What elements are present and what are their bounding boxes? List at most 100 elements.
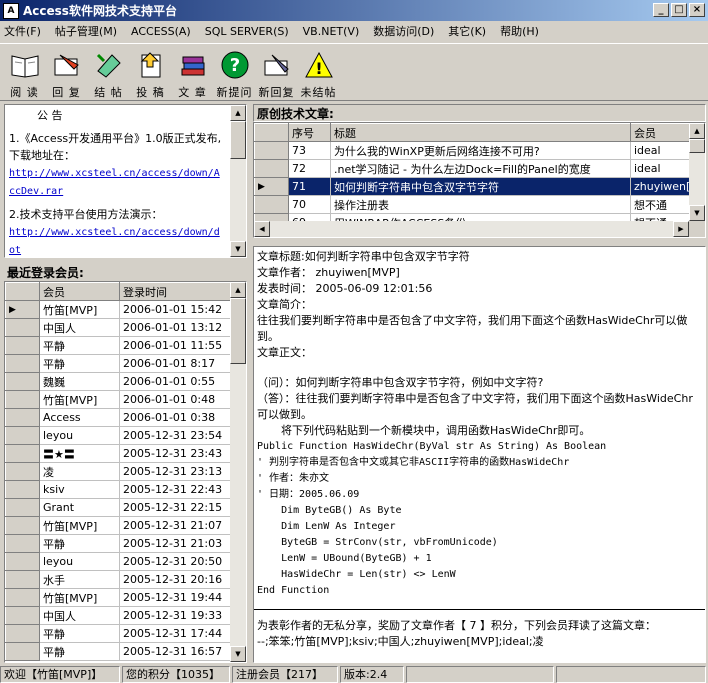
table-row[interactable]: Access 2006-01-01 0:38 — [5, 408, 233, 427]
minimize-button[interactable]: _ — [653, 3, 669, 17]
table-row[interactable]: 中国人 2005-12-31 19:33 — [5, 606, 233, 625]
articles-col-title[interactable]: 标题 — [330, 123, 631, 142]
menu-access[interactable]: ACCESS(A) — [131, 25, 191, 38]
row-indicator[interactable] — [5, 498, 40, 517]
table-row[interactable]: ksiv 2005-12-31 22:43 — [5, 480, 233, 499]
table-row[interactable]: 中国人 2006-01-01 13:12 — [5, 318, 233, 337]
scroll-thumb[interactable] — [230, 298, 246, 364]
table-row[interactable]: 凌 2005-12-31 23:13 — [5, 462, 233, 481]
table-row[interactable]: 竹笛[MVP] 2005-12-31 21:07 — [5, 516, 233, 535]
download-link[interactable]: http://www.xcsteel.cn/access/down/AccDev… — [9, 168, 220, 197]
table-row[interactable]: ▶ 竹笛[MVP] 2006-01-01 15:42 — [5, 300, 233, 319]
code-line: ' 作者：朱亦文 — [257, 473, 330, 484]
table-row[interactable]: 魏巍 2006-01-01 0:55 — [5, 372, 233, 391]
demo-link[interactable]: http://www.xcsteel.cn/access/down/dot — [9, 227, 220, 256]
read-button[interactable]: 阅 读 — [4, 48, 45, 100]
row-indicator[interactable] — [5, 480, 40, 499]
row-indicator[interactable] — [5, 444, 40, 463]
row-indicator[interactable] — [5, 462, 40, 481]
row-indicator[interactable] — [5, 516, 40, 535]
row-indicator[interactable] — [254, 195, 289, 214]
table-row[interactable]: ▶71如何判断字符串中包含双字节字符zhuyiwen[MVP] — [254, 177, 691, 196]
status-welcome: 欢迎【竹笛[MVP]】 — [0, 666, 120, 683]
row-indicator[interactable] — [5, 318, 40, 337]
table-row[interactable]: 73 为什么我的WinXP更新后网络连接不可用? ideal — [254, 141, 691, 160]
table-row[interactable]: 水手 2005-12-31 20:16 — [5, 570, 233, 589]
table-row[interactable]: 〓★〓 2005-12-31 23:43 — [5, 444, 233, 463]
row-indicator[interactable]: ▶ — [5, 300, 40, 319]
table-row[interactable]: 平静 2005-12-31 17:44 — [5, 624, 233, 643]
warning-icon: ! — [302, 48, 336, 82]
submit-button[interactable]: 投 稿 — [130, 48, 171, 100]
member-name: 中国人 — [39, 318, 120, 337]
maximize-button[interactable]: □ — [671, 3, 687, 17]
row-indicator[interactable] — [5, 552, 40, 571]
row-indicator[interactable] — [5, 534, 40, 553]
scroll-up-icon[interactable]: ▲ — [230, 105, 246, 121]
scroll-thumb[interactable] — [230, 121, 246, 159]
member-name: 平静 — [39, 336, 120, 355]
members-col-member[interactable]: 会员 — [39, 282, 120, 301]
reply-button[interactable]: 回 复 — [46, 48, 87, 100]
table-row[interactable]: leyou 2005-12-31 23:54 — [5, 426, 233, 445]
articles-col-no[interactable]: 序号 — [288, 123, 331, 142]
new-reply-icon — [260, 48, 294, 82]
members-scrollbar[interactable]: ▲ ▼ — [230, 282, 246, 662]
scroll-right-icon[interactable]: ▶ — [673, 221, 689, 237]
unclosed-posts-button[interactable]: ! 未结帖 — [298, 48, 339, 100]
scroll-down-icon[interactable]: ▼ — [689, 205, 705, 221]
table-row[interactable]: 平静 2005-12-31 16:57 — [5, 642, 233, 661]
row-indicator[interactable] — [5, 372, 40, 391]
scroll-down-icon[interactable]: ▼ — [230, 646, 246, 662]
code-line: ' 日期：2005.06.09 — [257, 489, 360, 500]
member-name: 凌 — [39, 462, 120, 481]
scroll-up-icon[interactable]: ▲ — [689, 123, 705, 139]
row-indicator[interactable] — [5, 336, 40, 355]
status-panel-6 — [556, 666, 706, 683]
notice-scrollbar[interactable]: ▲ ▼ — [230, 105, 246, 257]
row-indicator[interactable] — [5, 354, 40, 373]
table-row[interactable]: 平静 2005-12-31 21:03 — [5, 534, 233, 553]
articles-scrollbar[interactable]: ▲ ▼ — [689, 123, 705, 221]
menu-sqlserver[interactable]: SQL SERVER(S) — [205, 25, 289, 38]
scroll-left-icon[interactable]: ◀ — [254, 221, 270, 237]
table-row[interactable]: Grant 2005-12-31 22:15 — [5, 498, 233, 517]
table-row[interactable]: 平静 2006-01-01 8:17 — [5, 354, 233, 373]
scroll-down-icon[interactable]: ▼ — [230, 241, 246, 257]
new-reply-button[interactable]: 新回复 — [256, 48, 297, 100]
row-indicator[interactable] — [5, 570, 40, 589]
row-indicator[interactable] — [254, 141, 289, 160]
row-indicator[interactable] — [5, 426, 40, 445]
row-indicator[interactable] — [5, 408, 40, 427]
menu-other[interactable]: 其它(K) — [448, 23, 486, 39]
row-indicator[interactable] — [254, 159, 289, 178]
row-indicator[interactable] — [5, 606, 40, 625]
scroll-up-icon[interactable]: ▲ — [230, 282, 246, 298]
menu-vbnet[interactable]: VB.NET(V) — [303, 25, 360, 38]
table-row[interactable]: leyou 2005-12-31 20:50 — [5, 552, 233, 571]
scroll-thumb[interactable] — [689, 139, 705, 153]
table-row[interactable]: 平静 2006-01-01 11:55 — [5, 336, 233, 355]
articles-hscrollbar[interactable]: ◀ ▶ — [254, 221, 705, 237]
menu-help[interactable]: 帮助(H) — [500, 23, 539, 39]
new-question-button[interactable]: ? 新提问 — [214, 48, 255, 100]
close-post-button[interactable]: 结 帖 — [88, 48, 129, 100]
row-indicator[interactable] — [5, 390, 40, 409]
table-row[interactable]: 竹笛[MVP] 2006-01-01 0:48 — [5, 390, 233, 409]
table-row[interactable]: 竹笛[MVP] 2005-12-31 19:44 — [5, 588, 233, 607]
articles-col-member[interactable]: 会员 — [630, 123, 691, 142]
reward-text: 为表彰作者的无私分享，奖励了文章作者【 7 】积分，下列会员拜读了这篇文章： — [257, 619, 656, 632]
row-indicator[interactable] — [5, 624, 40, 643]
articles-button[interactable]: 文 章 — [172, 48, 213, 100]
members-col-time[interactable]: 登录时间 — [119, 282, 233, 301]
menu-posts[interactable]: 帖子管理(M) — [55, 23, 117, 39]
table-row[interactable]: 70 操作注册表 想不通 — [254, 195, 691, 214]
menu-file[interactable]: 文件(F) — [4, 23, 41, 39]
menu-data-access[interactable]: 数据访问(D) — [373, 23, 434, 39]
row-indicator[interactable] — [5, 642, 40, 661]
table-row[interactable]: 72 .net学习随记 - 为什么左边Dock=Fill的Panel的宽度 idea… — [254, 159, 691, 178]
row-indicator[interactable]: ▶ — [254, 177, 289, 196]
close-button[interactable]: × — [689, 3, 705, 17]
notice-panel: 公 告 1.《Access开发通用平台》1.0版正式发布,下载地址在： http… — [4, 104, 247, 258]
row-indicator[interactable] — [5, 588, 40, 607]
